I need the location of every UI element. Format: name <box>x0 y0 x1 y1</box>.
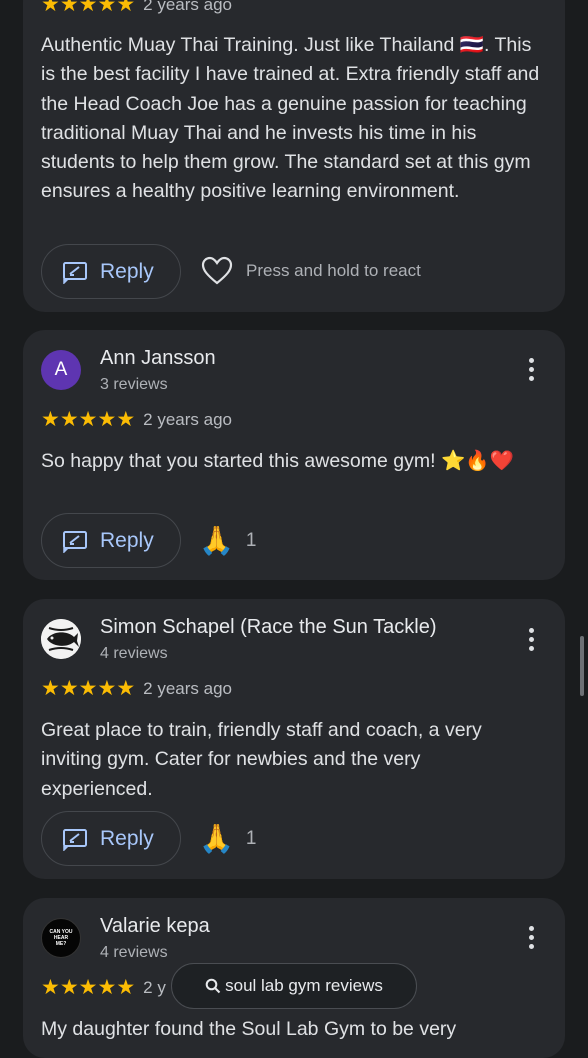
reply-label: Reply <box>100 826 154 850</box>
review-text: So happy that you started this awesome g… <box>41 450 514 472</box>
review-text: Authentic Muay Thai Training. Just like … <box>41 34 540 203</box>
heart-icon <box>201 256 233 285</box>
star-rating: ★ ★ ★ ★ ★ 2 years ago <box>41 409 232 430</box>
star-icon: ★ <box>41 976 60 999</box>
reviewer-name[interactable]: Valarie kepa <box>100 915 210 938</box>
search-suggestion-pill[interactable]: soul lab gym reviews <box>171 963 417 1009</box>
star-icon: ★ <box>78 0 98 16</box>
reaction-count: 1 <box>245 827 257 849</box>
review-date: 2 years ago <box>143 409 232 429</box>
star-icon: ★ <box>78 677 98 700</box>
pray-emoji: 🙏 <box>199 823 234 854</box>
reply-label: Reply <box>100 259 154 283</box>
reply-button[interactable]: Reply <box>41 244 181 299</box>
reply-icon <box>63 261 87 284</box>
reply-label: Reply <box>100 528 154 552</box>
react-hint: Press and hold to react <box>246 261 421 280</box>
star-icon: ★ <box>97 0 117 16</box>
reply-button[interactable]: Reply <box>41 811 181 866</box>
review-count[interactable]: 3 reviews <box>100 376 168 394</box>
star-icon: ★ <box>97 677 117 700</box>
search-pill-label: soul lab gym reviews <box>225 976 383 995</box>
react-button[interactable]: Press and hold to react <box>201 256 421 286</box>
avatar[interactable] <box>41 619 81 659</box>
star-icon: ★ <box>41 408 60 431</box>
star-icon: ★ <box>41 0 60 16</box>
fish-logo-icon <box>41 619 81 659</box>
reaction-chip[interactable]: 🙏 1 <box>199 822 256 855</box>
reviewer-name[interactable]: Ann Jansson <box>100 347 216 370</box>
review-count[interactable]: 4 reviews <box>100 944 168 962</box>
star-rating: ★ ★ ★ ★ ★ 2 years ago <box>41 678 232 699</box>
review-card: ★ ★ ★ ★ ★ 2 years ago Authentic Muay Tha… <box>23 0 565 312</box>
star-icon: ★ <box>78 408 98 431</box>
review-card: Simon Schapel (Race the Sun Tackle) 4 re… <box>23 599 565 879</box>
star-rating: ★ ★ ★ ★ ★ 2 years ago <box>41 0 232 15</box>
review-count[interactable]: 4 reviews <box>100 645 168 663</box>
star-rating: ★ ★ ★ ★ ★ 2 y <box>41 977 166 998</box>
star-icon: ★ <box>59 0 79 16</box>
review-date: 2 years ago <box>143 678 232 698</box>
more-options-icon[interactable] <box>527 922 535 953</box>
star-icon: ★ <box>116 976 136 999</box>
star-icon: ★ <box>78 976 98 999</box>
star-icon: ★ <box>97 408 117 431</box>
star-icon: ★ <box>97 976 117 999</box>
more-options-icon[interactable] <box>527 354 535 385</box>
reply-icon <box>63 530 87 553</box>
search-icon <box>205 978 221 994</box>
reviewer-name[interactable]: Simon Schapel (Race the Sun Tackle) <box>100 616 436 639</box>
reply-icon <box>63 828 87 851</box>
avatar[interactable]: A <box>41 350 81 390</box>
star-icon: ★ <box>116 408 136 431</box>
pray-emoji: 🙏 <box>199 525 234 556</box>
more-options-icon[interactable] <box>527 624 535 655</box>
review-card: A Ann Jansson 3 reviews ★ ★ ★ ★ ★ 2 year… <box>23 330 565 580</box>
star-icon: ★ <box>41 677 60 700</box>
star-icon: ★ <box>116 0 136 16</box>
review-date: 2 y <box>143 977 166 997</box>
reaction-chip[interactable]: 🙏 1 <box>199 524 256 557</box>
star-icon: ★ <box>116 677 136 700</box>
avatar[interactable]: CAN YOU HEAR ME? <box>41 918 81 958</box>
review-text: Great place to train, friendly staff and… <box>41 719 482 800</box>
star-icon: ★ <box>59 408 79 431</box>
review-date: 2 years ago <box>143 0 232 14</box>
reaction-count: 1 <box>245 529 257 551</box>
star-icon: ★ <box>59 976 79 999</box>
star-icon: ★ <box>59 677 79 700</box>
scrollbar[interactable] <box>580 636 584 696</box>
reply-button[interactable]: Reply <box>41 513 181 568</box>
